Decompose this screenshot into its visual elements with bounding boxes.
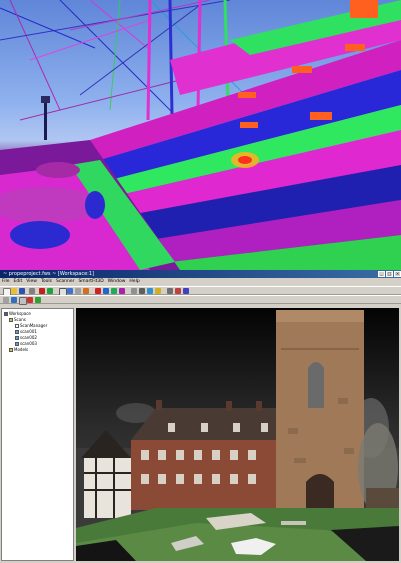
title-bar: ~ propeproject.fws ~ [Workspace:1] _ □ ×: [0, 270, 401, 278]
close-icon[interactable]: ×: [394, 271, 401, 277]
menu-tools[interactable]: Tools: [39, 278, 54, 286]
zoom-icon[interactable]: [83, 288, 89, 294]
tree-item-workspace[interactable]: Workspace: [4, 311, 31, 316]
menu-smartfit3d[interactable]: SmartFit3D: [76, 278, 105, 286]
toolbar-button[interactable]: [139, 288, 145, 294]
toolbar-button[interactable]: [183, 288, 189, 294]
save-icon[interactable]: [19, 288, 25, 294]
toolbar-button[interactable]: [119, 288, 125, 294]
tree-item-models[interactable]: Models: [9, 347, 28, 352]
tree-item-scan003[interactable]: scan003: [15, 341, 37, 346]
ship-point-cloud-image: [0, 0, 401, 270]
redo-icon[interactable]: [47, 288, 53, 294]
minimize-icon[interactable]: _: [378, 271, 385, 277]
main-toolbar: [0, 286, 401, 296]
tree-item-scan002[interactable]: scan002: [15, 335, 37, 340]
fit-icon[interactable]: [95, 288, 101, 294]
menu-bar: File Edit View Tools Scanner SmartFit3D Window…: [0, 278, 401, 286]
tree-item-label: Models: [14, 347, 29, 352]
menu-help[interactable]: Help: [127, 278, 141, 286]
application-window: ~ propeproject.fws ~ [Workspace:1] _ □ ×…: [0, 270, 401, 563]
view-icon[interactable]: [19, 297, 27, 305]
print-icon[interactable]: [29, 288, 35, 294]
undo-icon[interactable]: [39, 288, 45, 294]
manager-icon: [15, 324, 19, 328]
tree-item-label: ScanManager: [20, 323, 48, 328]
3d-viewport[interactable]: [76, 308, 399, 561]
tree-root-label: Workspace: [9, 311, 31, 316]
menu-file[interactable]: File: [0, 278, 12, 286]
folder-icon: [9, 348, 13, 352]
menu-view[interactable]: View: [24, 278, 39, 286]
tree-item-label: scan001: [20, 329, 37, 334]
church-scan-render: [76, 310, 399, 561]
workspace-icon: [4, 312, 8, 316]
maximize-icon[interactable]: □: [386, 271, 393, 277]
window-title: ~ propeproject.fws ~ [Workspace:1]: [3, 271, 94, 277]
workspace-tree-panel: Workspace Scans ScanManager scan001 scan…: [1, 308, 74, 561]
tree-item-scanmanager[interactable]: ScanManager: [15, 323, 47, 328]
measure-icon[interactable]: [103, 288, 109, 294]
view-icon[interactable]: [27, 297, 33, 303]
pan-icon[interactable]: [75, 288, 81, 294]
toolbar-button[interactable]: [175, 288, 181, 294]
scan-icon: [15, 342, 19, 346]
secondary-toolbar: [0, 295, 401, 305]
tree-item-scans[interactable]: Scans: [9, 317, 26, 322]
toolbar-button[interactable]: [111, 288, 117, 294]
menu-window[interactable]: Window: [106, 278, 128, 286]
toolbar-button[interactable]: [131, 288, 137, 294]
tree-item-scan001[interactable]: scan001: [15, 329, 37, 334]
folder-icon: [9, 318, 13, 322]
rotate-icon[interactable]: [67, 288, 73, 294]
tree-item-label: Scans: [14, 317, 26, 322]
tree-item-label: scan002: [20, 335, 37, 340]
menu-scanner[interactable]: Scanner: [54, 278, 76, 286]
toolbar-button[interactable]: [147, 288, 153, 294]
menu-edit[interactable]: Edit: [12, 278, 25, 286]
view-icon[interactable]: [3, 297, 9, 303]
open-icon[interactable]: [11, 288, 17, 294]
view-icon[interactable]: [11, 297, 17, 303]
scan-icon: [15, 330, 19, 334]
toolbar-button[interactable]: [155, 288, 161, 294]
view-icon[interactable]: [35, 297, 41, 303]
scan-icon: [15, 336, 19, 340]
ship-scan-graphic: [0, 0, 401, 270]
toolbar-button[interactable]: [167, 288, 173, 294]
tree-item-label: scan003: [20, 341, 37, 346]
